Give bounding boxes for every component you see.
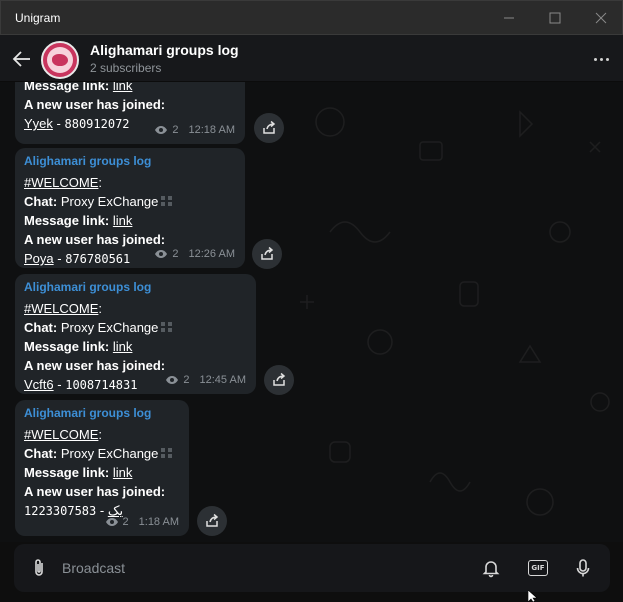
separator: - [56,116,61,131]
joined-label: A new user has joined: [24,97,166,112]
paperclip-icon [35,559,43,576]
colon: : [98,175,103,190]
hashtag-link[interactable]: #WELCOME [24,175,98,190]
notification-toggle-button[interactable] [479,556,503,580]
chat-label: Chat: [24,320,58,335]
eye-icon [105,518,118,526]
chat-header: Alighamari groups log 2 subscribers [0,35,623,82]
chat-label: Chat: [24,194,58,209]
close-icon [595,12,607,24]
message-time: 12:18 AM [188,124,235,136]
share-button[interactable] [252,239,282,269]
message-link[interactable]: link [113,465,133,480]
message-meta: 2 1:18 AM [105,516,179,528]
joined-label: A new user has joined: [24,232,166,247]
share-icon [263,120,276,134]
user-name-link[interactable]: Poya [24,251,54,266]
view-count: 2 [122,516,129,528]
chat-subtitle: 2 subscribers [90,61,162,75]
view-count: 2 [183,374,190,386]
separator: - [57,251,62,266]
message-composer: Broadcast GIF [14,544,610,592]
joined-label: A new user has joined: [24,358,166,373]
gif-icon: GIF [528,560,548,576]
message-time: 1:18 AM [138,516,179,528]
user-id: 1223307583 [24,504,97,518]
share-button[interactable] [197,506,227,536]
eye-icon [155,126,168,134]
share-button[interactable] [254,113,284,143]
message-sender[interactable]: Alighamari groups log [24,154,236,169]
colon: : [98,427,103,442]
message-link-label: Message link: [24,339,110,354]
share-button[interactable] [264,365,294,395]
message-list[interactable]: Message link: link A new user has joined… [0,82,623,542]
message-bubble[interactable]: Message link: link A new user has joined… [15,82,245,144]
separator: - [57,377,62,392]
gadget-icon [161,448,173,458]
maximize-icon [549,12,561,24]
avatar-logo [52,54,68,66]
message-time: 12:26 AM [188,248,235,260]
message-bubble[interactable]: Alighamari groups log #WELCOME: Chat: Pr… [15,148,245,268]
joined-label: A new user has joined: [24,484,166,499]
hashtag-link[interactable]: #WELCOME [24,301,98,316]
view-count: 2 [172,124,179,136]
bell-icon [482,561,500,578]
chat-name: Proxy ExChange [60,446,159,461]
message-sender[interactable]: Alighamari groups log [24,406,180,421]
message-link-label: Message link: [24,465,110,480]
chat-name: Proxy ExChange [60,320,159,335]
chat-title[interactable]: Alighamari groups log [90,42,239,58]
more-dots-icon[interactable] [591,49,611,69]
eye-icon [155,250,168,258]
message-time: 12:45 AM [199,374,246,386]
message-bubble[interactable]: Alighamari groups log #WELCOME: Chat: Pr… [15,274,256,394]
message-link-label: Message link: [24,213,110,228]
user-id: 876780561 [65,252,131,266]
message-link-label: Message link: [24,82,110,93]
share-icon [206,513,219,527]
attach-button[interactable] [28,557,50,579]
message-link[interactable]: link [113,339,133,354]
user-id: 880912072 [64,117,130,131]
eye-icon [166,376,179,384]
message-link[interactable]: link [113,213,133,228]
message-bubble[interactable]: Alighamari groups log #WELCOME: Chat: Pr… [15,400,189,536]
window-title: Unigram [15,11,61,25]
user-id: 1008714831 [65,378,138,392]
gadget-icon [161,196,173,206]
chat-label: Chat: [24,446,58,461]
maximize-button[interactable] [532,1,578,35]
message-link[interactable]: link [113,82,133,93]
gadget-icon [161,322,173,332]
microphone-icon [576,559,590,577]
minimize-icon [504,17,514,19]
message-sender[interactable]: Alighamari groups log [24,280,247,295]
arrow-left-icon [12,51,30,67]
voice-record-button[interactable] [571,556,595,580]
minimize-button[interactable] [486,1,532,35]
broadcast-input[interactable]: Broadcast [62,560,125,576]
user-name-link[interactable]: Yyek [24,116,53,131]
view-count: 2 [172,248,179,260]
mouse-cursor-icon [528,590,538,602]
user-name-link[interactable]: Vcft6 [24,377,54,392]
chat-name: Proxy ExChange [60,194,159,209]
chat-avatar[interactable] [41,41,79,79]
message-meta: 2 12:45 AM [165,374,246,386]
avatar-inner [47,47,73,73]
gif-button[interactable]: GIF [526,556,550,580]
share-icon [261,246,274,260]
share-icon [273,372,286,386]
colon: : [98,301,103,316]
close-button[interactable] [578,1,623,35]
back-button[interactable] [10,47,34,71]
message-meta: 2 12:26 AM [154,248,235,260]
window-titlebar: Unigram [0,0,623,35]
hashtag-link[interactable]: #WELCOME [24,427,98,442]
message-meta: 2 12:18 AM [154,124,235,136]
